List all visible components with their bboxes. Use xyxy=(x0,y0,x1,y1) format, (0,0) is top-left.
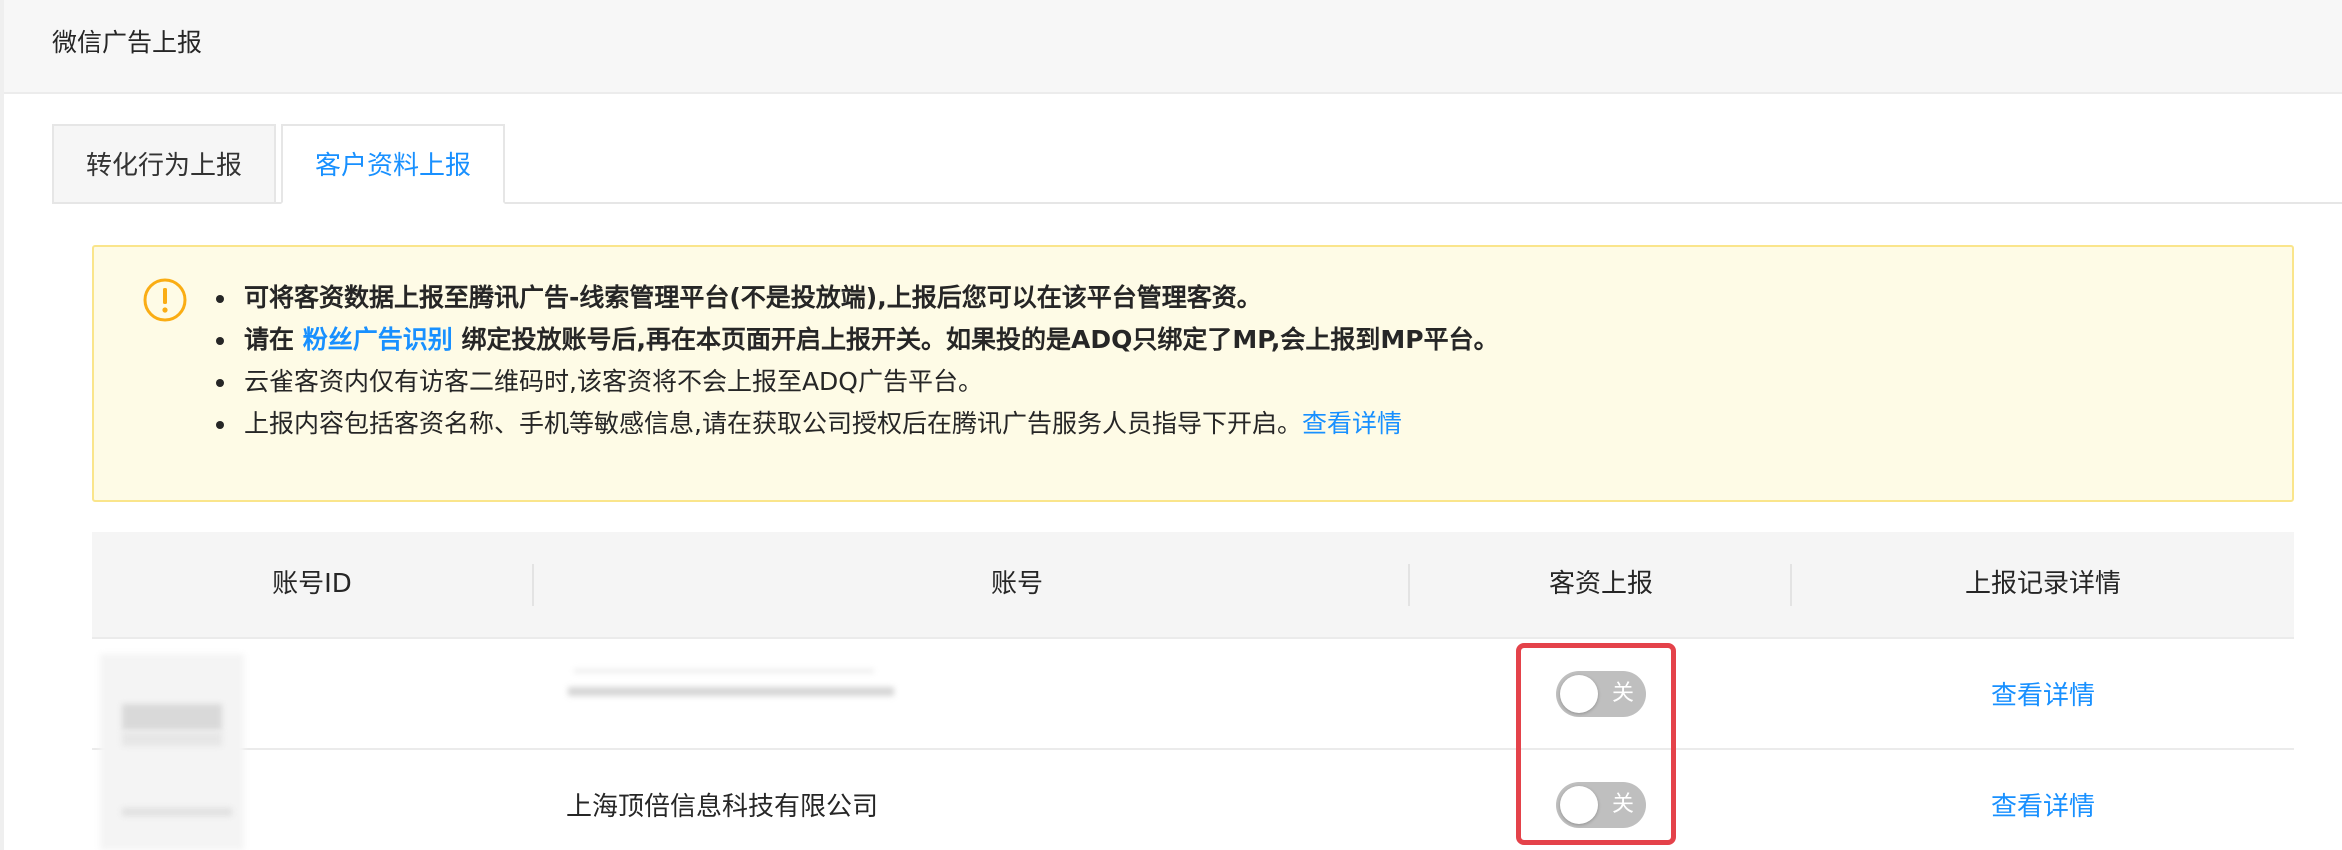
view-details-link[interactable]: 查看详情 xyxy=(1991,675,2095,712)
column-header-report-details: 上报记录详情 xyxy=(1964,569,2121,599)
customer-report-cell: 关 xyxy=(1410,639,1792,748)
toggle-knob xyxy=(1560,674,1598,713)
redacted-account-id xyxy=(100,654,244,850)
page: 微信广告上报 转化行为上报 客户资料上报 可将客资数据上报至腾讯广告-线索管理平… xyxy=(0,0,2342,850)
notice-item: 云雀客资内仅有访客二维码时,该客资将不会上报至ADQ广告平台。 xyxy=(216,361,1499,403)
fan-ad-recognition-link[interactable]: 粉丝广告识别 xyxy=(303,325,453,354)
column-header-account-id: 账号ID xyxy=(272,569,352,599)
account-name-text: 上海顶倍信息科技有限公司 xyxy=(566,792,879,822)
page-header: 微信广告上报 xyxy=(0,0,2342,94)
notice-text: 绑定投放账号后,再在本页面开启上报开关。如果投的是ADQ只绑定了MP,会上报到M… xyxy=(461,325,1499,354)
redacted-account-name xyxy=(574,669,874,673)
column-header-customer-report: 客资上报 xyxy=(1548,569,1653,599)
view-details-link[interactable]: 查看详情 xyxy=(1991,786,2095,823)
page-title: 微信广告上报 xyxy=(52,28,203,57)
report-toggle[interactable]: 关 xyxy=(1556,781,1646,828)
tab-conversion-report[interactable]: 转化行为上报 xyxy=(52,124,276,204)
customer-report-cell: 关 xyxy=(1410,750,1792,850)
column-header-account: 账号 xyxy=(990,569,1043,599)
redacted-account-id xyxy=(122,808,232,816)
notice-item: 可将客资数据上报至腾讯广告-线索管理平台(不是投放端),上报后您可以在该平台管理… xyxy=(216,277,1499,319)
table-header: 账号ID 账号 客资上报 上报记录详情 xyxy=(92,532,2294,639)
view-details-link[interactable]: 查看详情 xyxy=(1302,409,1402,438)
table-row: 关 查看详情 xyxy=(92,639,2294,750)
redacted-account-id xyxy=(122,704,222,730)
report-toggle[interactable]: 关 xyxy=(1556,670,1646,717)
report-details-cell: 查看详情 xyxy=(1792,639,2294,748)
accounts-table: 账号ID 账号 客资上报 上报记录详情 关 查看详情 上海顶倍信息科技有限公司 … xyxy=(92,532,2294,850)
report-details-cell: 查看详情 xyxy=(1792,750,2294,850)
notice-text: 可将客资数据上报至腾讯广告-线索管理平台(不是投放端),上报后您可以在该平台管理… xyxy=(244,283,1262,312)
left-edge-divider xyxy=(0,0,4,850)
notice-alert: 可将客资数据上报至腾讯广告-线索管理平台(不是投放端),上报后您可以在该平台管理… xyxy=(92,245,2294,502)
table-row: 上海顶倍信息科技有限公司 关 查看详情 xyxy=(92,750,2294,850)
toggle-label: 关 xyxy=(1611,680,1634,706)
notice-item: 请在 粉丝广告识别 绑定投放账号后,再在本页面开启上报开关。如果投的是ADQ只绑… xyxy=(216,319,1499,361)
notice-list: 可将客资数据上报至腾讯广告-线索管理平台(不是投放端),上报后您可以在该平台管理… xyxy=(216,277,1499,445)
redacted-account-name xyxy=(568,687,894,696)
redacted-account-id xyxy=(122,732,222,746)
tab-customer-report[interactable]: 客户资料上报 xyxy=(281,124,505,204)
warning-circle-icon xyxy=(143,278,187,322)
notice-text: 上报内容包括客资名称、手机等敏感信息,请在获取公司授权后在腾讯广告服务人员指导下… xyxy=(244,409,1302,438)
account-name-cell: 上海顶倍信息科技有限公司 xyxy=(566,750,1366,850)
notice-text: 请在 xyxy=(244,325,295,354)
toggle-knob xyxy=(1560,785,1598,824)
notice-text: 云雀客资内仅有访客二维码时,该客资将不会上报至ADQ广告平台。 xyxy=(244,367,983,396)
notice-item: 上报内容包括客资名称、手机等敏感信息,请在获取公司授权后在腾讯广告服务人员指导下… xyxy=(216,403,1499,445)
toggle-label: 关 xyxy=(1611,791,1634,817)
